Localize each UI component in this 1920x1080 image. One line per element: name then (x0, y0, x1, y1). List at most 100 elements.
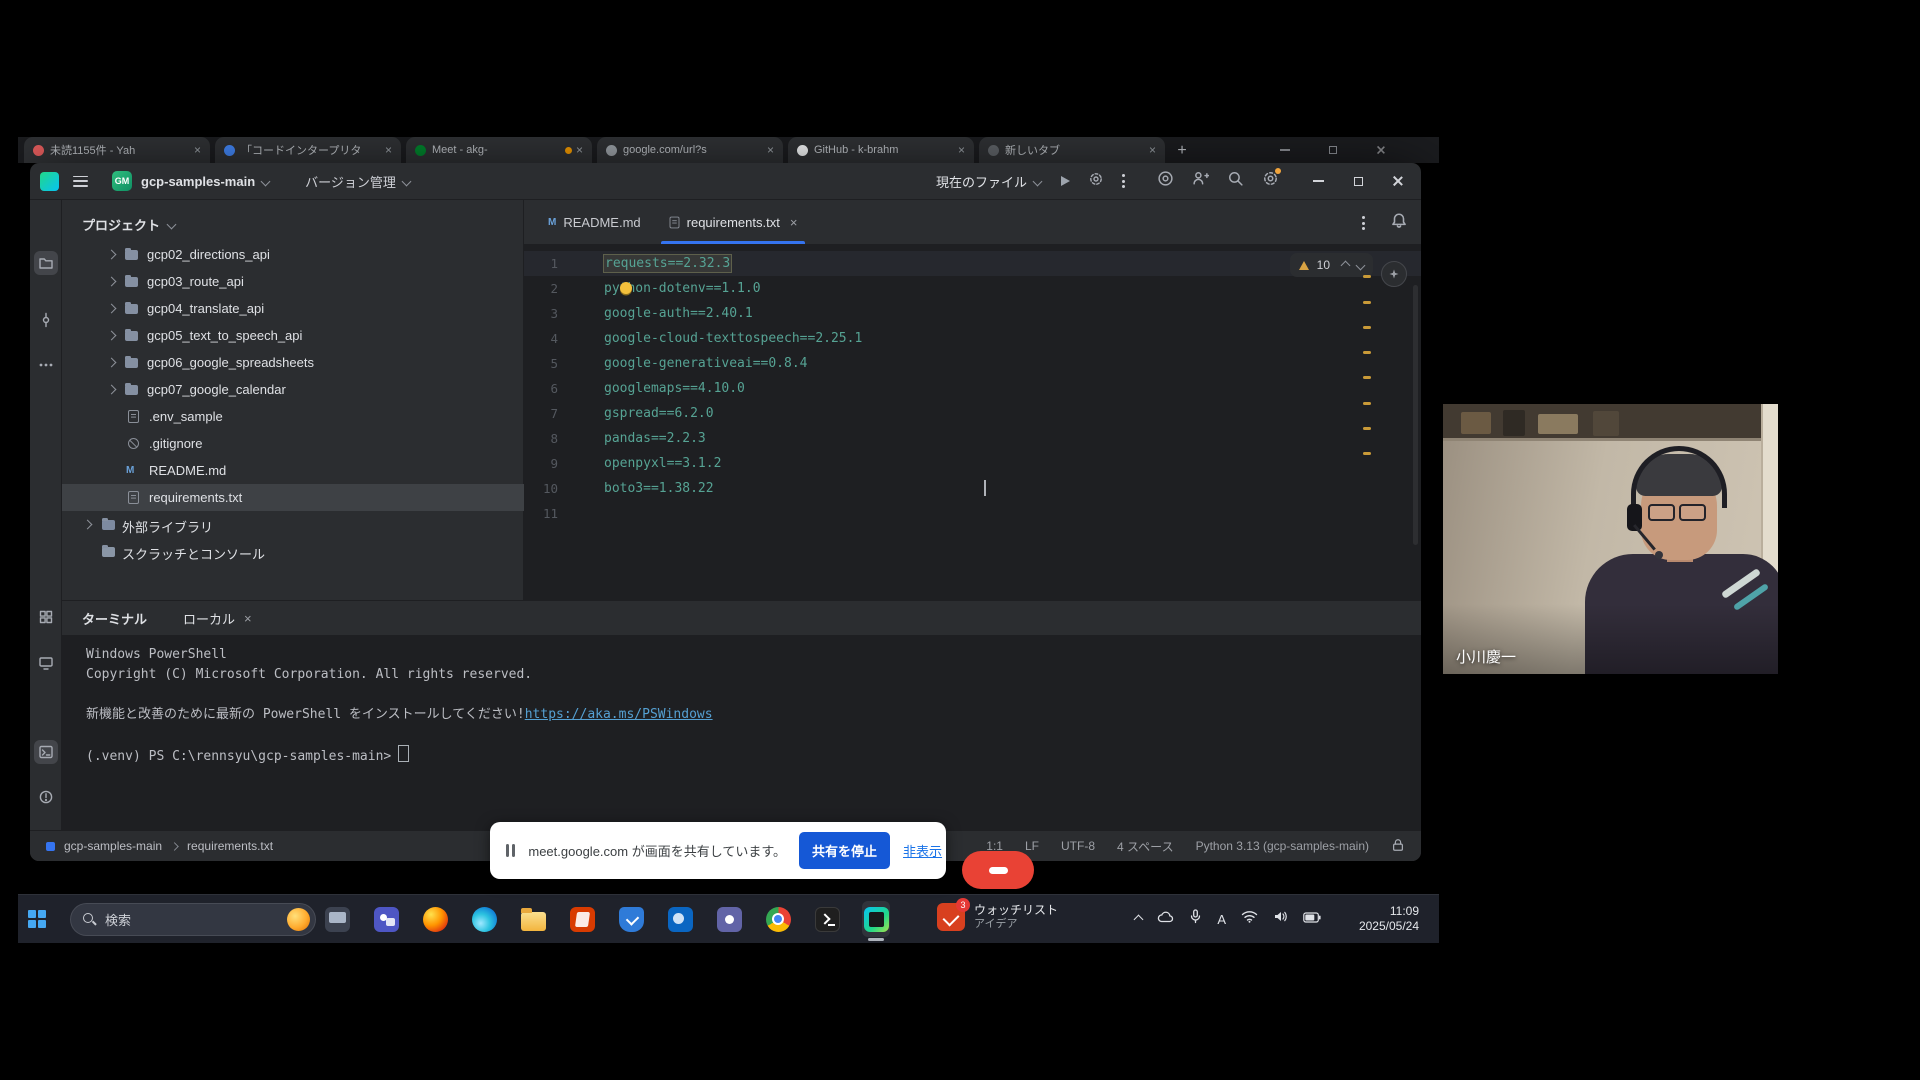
tab-close-icon[interactable]: × (194, 143, 201, 157)
terminal-output[interactable]: Windows PowerShell Copyright (C) Microso… (86, 645, 713, 765)
add-user-icon[interactable] (1192, 170, 1209, 192)
python-interpreter[interactable]: Python 3.13 (gcp-samples-main) (1196, 839, 1369, 853)
run-config-selector[interactable]: 現在のファイル (936, 172, 1027, 191)
tree-item-folder[interactable]: gcp07_google_calendar (62, 376, 524, 403)
problems-tool-icon[interactable] (34, 785, 58, 809)
tree-item-file-selected[interactable]: requirements.txt (62, 484, 524, 511)
vcs-widget[interactable]: バージョン管理 (305, 172, 396, 191)
tree-item-folder[interactable]: gcp02_directions_api (62, 241, 524, 268)
code-with-me-icon[interactable] (1157, 170, 1174, 192)
browser-tab[interactable]: 新しいタブ × (979, 137, 1165, 163)
tree-item-folder[interactable]: gcp03_route_api (62, 268, 524, 295)
commit-tool-icon[interactable] (34, 308, 58, 332)
wifi-icon[interactable] (1241, 910, 1258, 928)
warning-stripe-mark[interactable] (1363, 427, 1371, 430)
app-icon-edge[interactable] (470, 901, 498, 937)
prev-problem-icon[interactable] (1341, 260, 1351, 270)
settings-gear-icon[interactable] (1262, 170, 1279, 192)
warning-stripe-mark[interactable] (1363, 376, 1371, 379)
main-menu-button[interactable] (73, 176, 88, 187)
tab-close-icon[interactable]: × (244, 611, 252, 626)
watchlist-widget[interactable]: 3 ウォッチリスト アイデア (937, 903, 1058, 931)
browser-tab[interactable]: 未読1155件 - Yah × (24, 137, 210, 163)
app-icon-outlook[interactable] (666, 901, 694, 937)
terminal-tool-icon[interactable] (34, 740, 58, 764)
battery-icon[interactable] (1303, 910, 1321, 928)
tree-item-file[interactable]: .gitignore (62, 430, 524, 457)
python-packages-tool-icon[interactable] (34, 605, 58, 629)
next-problem-icon[interactable] (1356, 260, 1366, 270)
tree-item-folder[interactable]: gcp05_text_to_speech_api (62, 322, 524, 349)
new-tab-button[interactable]: + (1170, 139, 1194, 163)
start-button[interactable] (28, 910, 46, 928)
warning-stripe-mark[interactable] (1363, 275, 1371, 278)
warning-stripe-mark[interactable] (1363, 402, 1371, 405)
search-everywhere-icon[interactable] (1227, 170, 1244, 192)
taskbar-clock[interactable]: 11:09 2025/05/24 (1359, 904, 1419, 934)
editor-tab-requirements[interactable]: requirements.txt × (655, 200, 812, 244)
app-icon-m365[interactable] (568, 901, 596, 937)
app-icon-terminal[interactable] (813, 901, 841, 937)
warning-stripe-mark[interactable] (1363, 301, 1371, 304)
tab-close-icon[interactable]: × (385, 143, 392, 157)
app-icon-pycharm-active[interactable] (862, 901, 890, 937)
project-tool-icon[interactable] (34, 251, 58, 275)
more-actions-button[interactable] (1122, 174, 1125, 188)
onedrive-cloud-icon[interactable] (1157, 910, 1174, 929)
run-options-icon[interactable] (1088, 171, 1104, 192)
project-panel-header[interactable]: プロジェクト (82, 212, 175, 237)
file-encoding[interactable]: UTF-8 (1061, 839, 1095, 853)
services-tool-icon[interactable] (34, 651, 58, 675)
warning-stripe-mark[interactable] (1363, 351, 1371, 354)
browser-minimize-button[interactable] (1270, 140, 1300, 160)
browser-tab[interactable]: 「コードインタープリタ × (215, 137, 401, 163)
browser-maximize-button[interactable] (1318, 140, 1348, 160)
warning-stripe-mark[interactable] (1363, 452, 1371, 455)
notifications-bell-icon[interactable] (1390, 212, 1408, 235)
terminal-title[interactable]: ターミナル (82, 609, 147, 628)
browser-tab[interactable]: google.com/url?s × (597, 137, 783, 163)
run-button[interactable] (1061, 176, 1070, 186)
indent-style[interactable]: 4 スペース (1117, 838, 1174, 855)
browser-tab-meet[interactable]: Meet - akg- × (406, 137, 592, 163)
meet-hangup-button[interactable] (962, 851, 1034, 889)
terminal-tab-local[interactable]: ローカル × (183, 609, 252, 628)
breadcrumb[interactable]: gcp-samples-main requirements.txt (46, 839, 273, 853)
window-close-button[interactable] (1385, 170, 1411, 192)
stop-sharing-button[interactable]: 共有を停止 (799, 832, 890, 869)
browser-tab[interactable]: GitHub - k-brahm × (788, 137, 974, 163)
app-icon-teams[interactable] (372, 901, 400, 937)
volume-icon[interactable] (1273, 910, 1288, 928)
app-icon-teams-2[interactable] (715, 901, 743, 937)
tree-item-file[interactable]: M README.md (62, 457, 524, 484)
hide-link[interactable]: 非表示 (903, 841, 942, 860)
app-icon-firefox[interactable] (421, 901, 449, 937)
tab-close-icon[interactable]: × (958, 143, 965, 157)
warning-stripe-mark[interactable] (1363, 326, 1371, 329)
ps-update-link[interactable]: https://aka.ms/PSWindows (525, 707, 713, 722)
window-maximize-button[interactable] (1345, 170, 1371, 192)
app-icon-shield[interactable] (617, 901, 645, 937)
window-minimize-button[interactable] (1305, 170, 1331, 192)
ime-indicator[interactable]: A (1217, 912, 1226, 927)
more-tool-windows-icon[interactable] (34, 353, 58, 377)
tree-item-folder[interactable]: gcp04_translate_api (62, 295, 524, 322)
readonly-lock-icon[interactable] (1391, 838, 1405, 855)
intention-bulb-icon[interactable] (620, 282, 632, 294)
tray-chevron-icon[interactable] (1134, 914, 1144, 924)
ai-assistant-icon[interactable] (1381, 261, 1407, 287)
tab-close-icon[interactable]: × (1149, 143, 1156, 157)
microphone-icon[interactable] (1189, 909, 1202, 929)
editor-scrollbar[interactable] (1413, 285, 1418, 545)
tab-close-icon[interactable]: × (790, 215, 798, 230)
editor-more-button[interactable] (1362, 216, 1365, 230)
browser-close-button[interactable] (1366, 140, 1396, 160)
editor-tab-readme[interactable]: M README.md (534, 200, 655, 244)
tree-item-external-libraries[interactable]: 外部ライブラリ (62, 511, 524, 538)
app-icon-pc[interactable] (323, 901, 351, 937)
inspections-widget[interactable]: 10 (1290, 253, 1373, 277)
tab-close-icon[interactable]: × (767, 143, 774, 157)
project-name[interactable]: gcp-samples-main (141, 174, 255, 189)
taskbar-search[interactable]: 検索 (70, 903, 316, 936)
app-icon-chrome[interactable] (764, 901, 792, 937)
